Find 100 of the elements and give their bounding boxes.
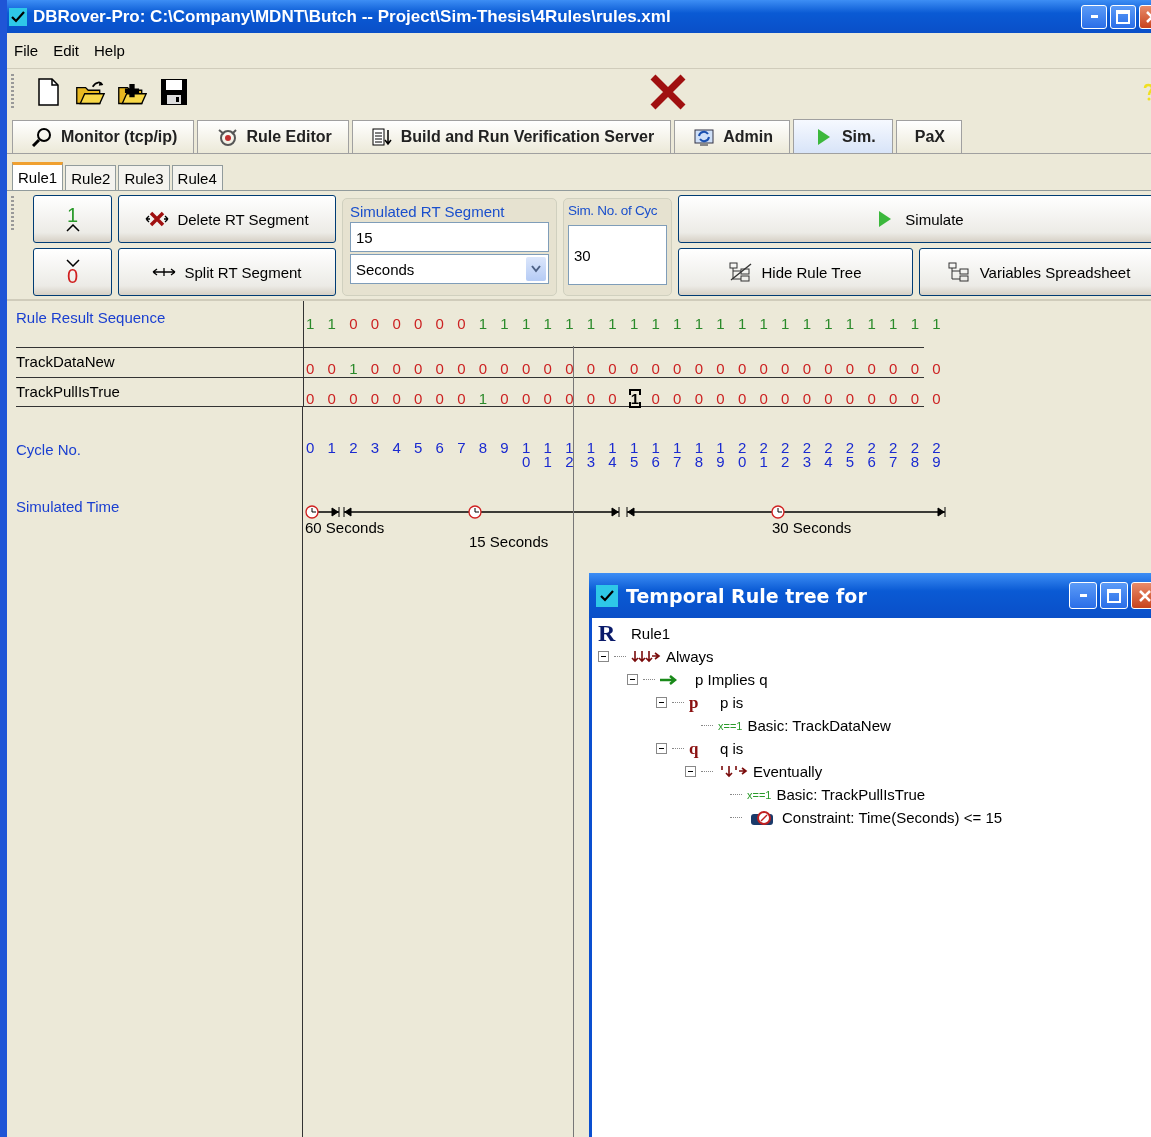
sequence-value[interactable]: 0 [845, 390, 868, 407]
segment-input[interactable]: 15 [350, 222, 549, 252]
sequence-value[interactable]: 0 [910, 390, 933, 407]
time-segment[interactable] [626, 505, 946, 519]
sequence-value[interactable]: 0 [651, 390, 674, 407]
sequence-value[interactable]: 0 [759, 360, 782, 377]
sequence-value[interactable]: 1 [910, 315, 933, 332]
sequence-value[interactable]: 0 [673, 360, 695, 377]
sequence-value[interactable]: 0 [413, 315, 436, 332]
variables-button[interactable]: Variables Spreadsheet [919, 248, 1151, 296]
menu-item[interactable]: File [14, 42, 39, 59]
sequence-value[interactable]: 0 [716, 360, 738, 377]
tree-item[interactable]: Always [666, 648, 714, 665]
sequence-value[interactable]: 0 [457, 390, 479, 407]
sequence-value[interactable]: 1 [867, 315, 890, 332]
rule-tab[interactable]: Rule1 [12, 162, 64, 190]
time-segment[interactable] [343, 505, 620, 519]
sequence-value[interactable]: 0 [737, 390, 760, 407]
sequence-value[interactable]: 0 [565, 360, 587, 377]
collapse-toggle-icon[interactable] [685, 766, 696, 777]
sequence-value[interactable]: 0 [694, 390, 717, 407]
sequence-value[interactable]: 0 [629, 360, 652, 377]
sequence-value[interactable]: 0 [306, 360, 328, 377]
sequence-value[interactable]: 0 [716, 390, 738, 407]
tab[interactable]: PaX [895, 120, 962, 153]
sequence-value[interactable]: 1 [759, 315, 782, 332]
sequence-value[interactable]: 1 [306, 315, 328, 332]
sequence-value[interactable]: 0 [867, 360, 890, 377]
sequence-value[interactable]: 0 [521, 360, 544, 377]
sequence-value[interactable]: 1 [565, 315, 587, 332]
tree-item[interactable]: Basic: TrackPullIsTrue [776, 786, 926, 803]
sequence-value[interactable]: 0 [781, 360, 803, 377]
sequence-value[interactable]: 0 [608, 390, 630, 407]
sequence-value[interactable]: 0 [802, 360, 825, 377]
sequence-value[interactable]: 0 [435, 360, 458, 377]
rule-tab[interactable]: Rule4 [171, 165, 223, 190]
sequence-value[interactable]: 0 [457, 315, 479, 332]
increment-button[interactable]: 1 [33, 195, 112, 243]
tree-item[interactable]: Constraint: Time(Seconds) <= 15 [782, 809, 1003, 826]
sequence-value[interactable]: 0 [327, 390, 350, 407]
sequence-value[interactable]: 0 [737, 360, 760, 377]
delete-segment-button[interactable]: Delete RT Segment [118, 195, 336, 243]
sequence-value[interactable]: 1 [521, 315, 544, 332]
tab[interactable]: Rule Editor [197, 120, 349, 153]
sequence-value[interactable]: 0 [392, 390, 414, 407]
sequence-value[interactable]: 0 [392, 315, 414, 332]
sequence-value[interactable]: 0 [889, 360, 911, 377]
sequence-value[interactable]: 1 [716, 315, 738, 332]
save-icon[interactable] [159, 77, 189, 107]
tab[interactable]: Monitor (tcp/ip) [12, 120, 195, 153]
sequence-value[interactable]: 1 [500, 315, 522, 332]
sequence-value[interactable]: 0 [478, 360, 501, 377]
sequence-value[interactable]: 0 [802, 390, 825, 407]
sequence-value[interactable]: 0 [910, 360, 933, 377]
tab[interactable]: Build and Run Verification Server [351, 120, 672, 153]
sequence-value[interactable]: 0 [543, 390, 566, 407]
maximize-button[interactable] [1100, 582, 1128, 609]
sequence-value[interactable]: 0 [586, 390, 609, 407]
sequence-value[interactable]: 1 [327, 315, 350, 332]
sequence-value[interactable]: 0 [565, 390, 587, 407]
sequence-value[interactable]: 0 [932, 360, 954, 377]
sequence-value[interactable]: 0 [543, 360, 566, 377]
sequence-value[interactable]: 0 [327, 360, 350, 377]
maximize-button[interactable] [1110, 4, 1136, 29]
sequence-value[interactable]: 0 [500, 390, 522, 407]
sequence-value[interactable]: 0 [457, 360, 479, 377]
collapse-toggle-icon[interactable] [627, 674, 638, 685]
tree-item[interactable]: p is [720, 694, 744, 711]
sequence-value[interactable]: 1 [629, 390, 640, 407]
sequence-value[interactable]: 0 [759, 390, 782, 407]
sequence-value[interactable]: 0 [932, 390, 954, 407]
sequence-value[interactable]: 0 [781, 390, 803, 407]
sequence-value[interactable]: 1 [845, 315, 868, 332]
sequence-value[interactable]: 1 [629, 315, 652, 332]
sequence-value[interactable]: 1 [673, 315, 695, 332]
sequence-value[interactable]: 1 [586, 315, 609, 332]
tab[interactable]: Admin [674, 120, 790, 153]
sequence-value[interactable]: 0 [306, 390, 328, 407]
sequence-value[interactable]: 0 [435, 390, 458, 407]
sequence-value[interactable]: 1 [543, 315, 566, 332]
sequence-value[interactable]: 1 [781, 315, 803, 332]
collapse-toggle-icon[interactable] [598, 651, 609, 662]
sequence-value[interactable]: 1 [478, 315, 501, 332]
sequence-value[interactable]: 1 [651, 315, 674, 332]
hide-tree-button[interactable]: Hide Rule Tree [678, 248, 913, 296]
close-button[interactable] [1131, 582, 1151, 609]
minimize-button[interactable] [1069, 582, 1097, 609]
sequence-value[interactable]: 0 [500, 360, 522, 377]
sequence-value[interactable]: 0 [413, 360, 436, 377]
sequence-value[interactable]: 1 [889, 315, 911, 332]
sequence-value[interactable]: 0 [392, 360, 414, 377]
sequence-value[interactable]: 1 [608, 315, 630, 332]
time-segment[interactable] [305, 505, 340, 519]
tree-item[interactable]: q is [720, 740, 744, 757]
sequence-value[interactable]: 1 [478, 390, 501, 407]
menu-item[interactable]: Edit [53, 42, 80, 59]
sequence-value[interactable]: 0 [694, 360, 717, 377]
delete-icon[interactable] [649, 73, 687, 111]
sequence-value[interactable]: 0 [349, 315, 371, 332]
sequence-value[interactable]: 0 [521, 390, 544, 407]
